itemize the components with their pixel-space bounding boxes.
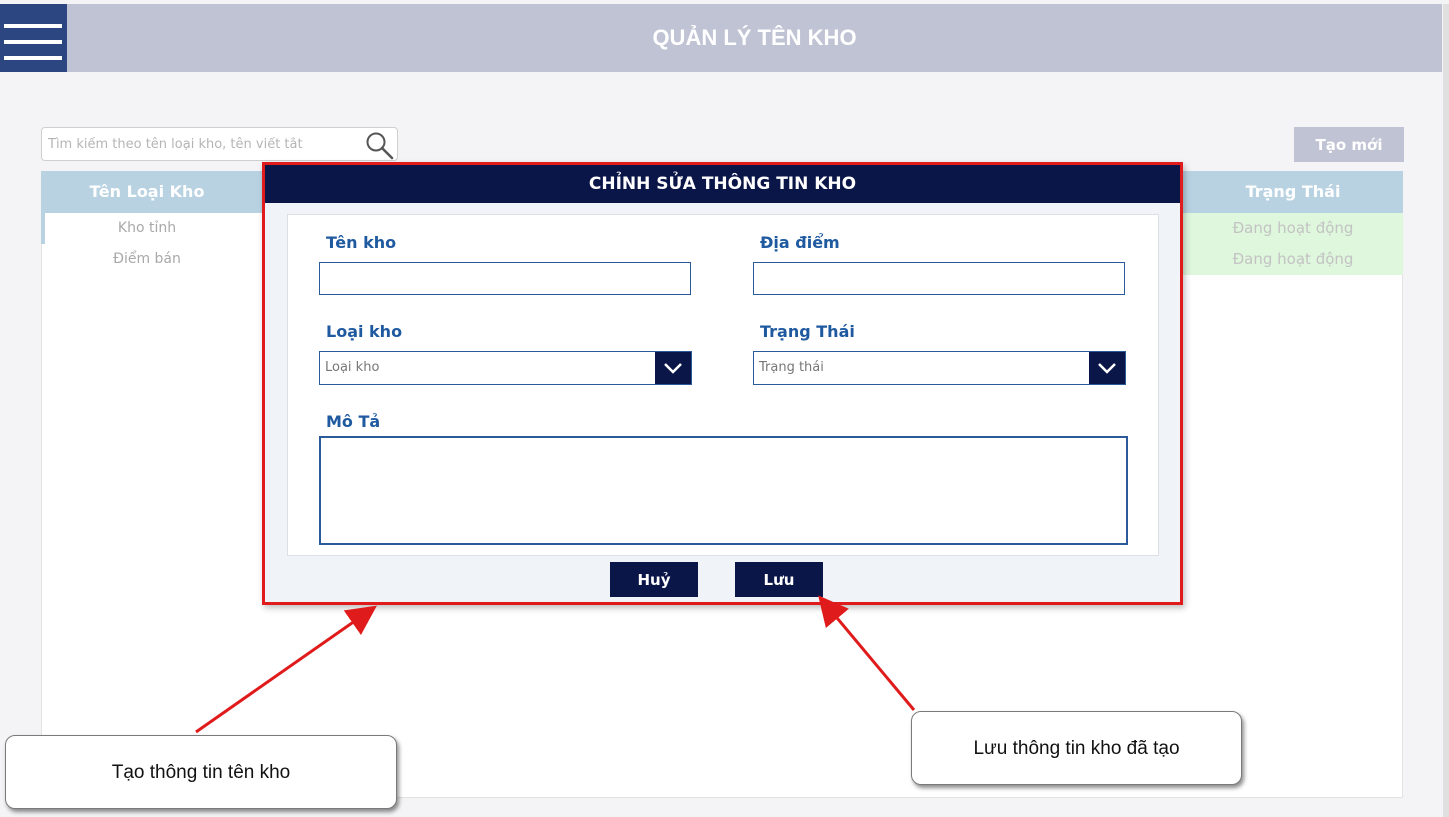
callout-save-info: Lưu thông tin kho đã tạo (911, 711, 1242, 785)
arrow-to-save (818, 595, 916, 711)
annotation-arrows (195, 595, 916, 734)
arrow-to-dialog (195, 605, 377, 734)
callout-create-info: Tạo thông tin tên kho (5, 735, 397, 809)
